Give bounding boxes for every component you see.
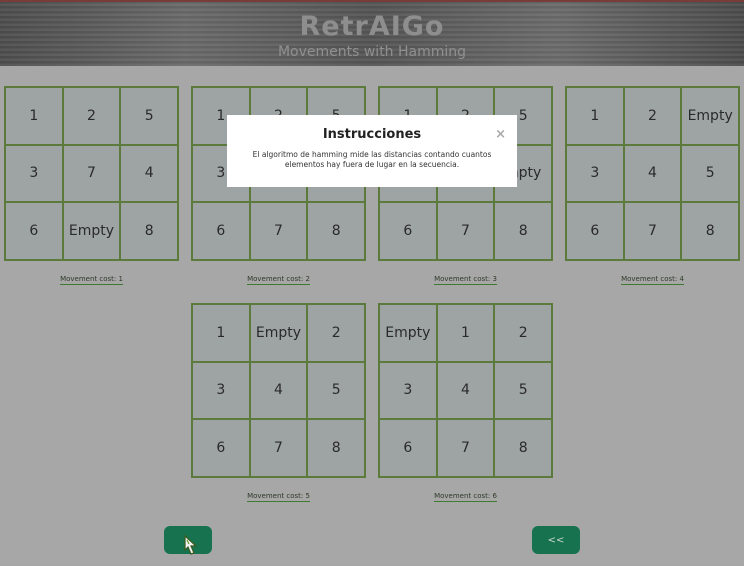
- modal-body: El algoritmo de hamming mide las distanc…: [252, 150, 492, 169]
- movement-cost-4: Movement cost: 4: [565, 275, 740, 285]
- puzzle-cell: 3: [5, 144, 63, 203]
- puzzle-cell: 5: [120, 87, 178, 145]
- puzzle-cell: 8: [307, 419, 365, 477]
- puzzle-cell: 4: [249, 361, 308, 420]
- puzzle-cell: 2: [494, 304, 552, 362]
- app-header: RetrAIGo Movements with Hamming: [0, 0, 744, 66]
- puzzle-cell: 6: [192, 202, 250, 260]
- puzzle-cell: 6: [566, 202, 624, 260]
- movement-cost-label: Movement cost: 6: [434, 492, 497, 502]
- puzzle-cell: 8: [681, 202, 739, 260]
- puzzle-cell: 7: [623, 202, 682, 260]
- puzzle-board-5: 1 Empty 2 3 4 5 6 7 8: [191, 303, 366, 478]
- movement-cost-3: Movement cost: 3: [378, 275, 553, 285]
- puzzle-cell: 7: [436, 419, 495, 477]
- puzzle-cell: 8: [494, 419, 552, 477]
- puzzle-cell: 2: [623, 87, 682, 145]
- puzzle-cell: 5: [494, 361, 552, 420]
- movement-cost-label: Movement cost: 1: [60, 275, 123, 285]
- movement-cost-label: Movement cost: 2: [247, 275, 310, 285]
- movement-cost-5: Movement cost: 5: [191, 492, 366, 502]
- puzzle-cell: 8: [307, 202, 365, 260]
- puzzle-cell: 7: [249, 419, 308, 477]
- hand-cursor-icon: [184, 534, 198, 555]
- puzzle-cell: 8: [120, 202, 178, 260]
- puzzle-cell: 7: [62, 144, 121, 203]
- puzzle-cell: 4: [436, 361, 495, 420]
- puzzle-cell: 6: [5, 202, 63, 260]
- puzzle-cell: 3: [566, 144, 624, 203]
- app-title: RetrAIGo: [299, 11, 445, 42]
- movement-cost-1: Movement cost: 1: [4, 275, 179, 285]
- modal-title: Instrucciones: [322, 127, 422, 142]
- puzzle-cell: 1: [5, 87, 63, 145]
- puzzle-cell: 1: [192, 304, 250, 362]
- puzzle-cell: 3: [379, 361, 437, 420]
- puzzle-cell: 6: [379, 419, 437, 477]
- instructions-modal: Instrucciones × El algoritmo de hamming …: [227, 115, 517, 187]
- movement-cost-label: Movement cost: 4: [621, 275, 684, 285]
- app-subtitle: Movements with Hamming: [277, 44, 467, 60]
- puzzle-cell: 6: [379, 202, 437, 260]
- puzzle-cell: 4: [120, 144, 178, 203]
- puzzle-cell: Empty: [379, 304, 437, 362]
- puzzle-board-6: Empty 1 2 3 4 5 6 7 8: [378, 303, 553, 478]
- puzzle-board-1: 1 2 5 3 7 4 6 Empty 8: [4, 86, 179, 261]
- puzzle-cell: 1: [436, 304, 495, 362]
- puzzle-cell: 2: [307, 304, 365, 362]
- puzzle-cell: 4: [623, 144, 682, 203]
- puzzle-board-4: 1 2 Empty 3 4 5 6 7 8: [565, 86, 740, 261]
- puzzle-cell: 1: [566, 87, 624, 145]
- puzzle-cell: 7: [436, 202, 495, 260]
- puzzle-cell: 8: [494, 202, 552, 260]
- close-icon[interactable]: ×: [495, 127, 506, 142]
- puzzle-cell: Empty: [249, 304, 308, 362]
- puzzle-cell: 6: [192, 419, 250, 477]
- back-button[interactable]: <<: [532, 526, 580, 554]
- puzzle-cell: 7: [249, 202, 308, 260]
- movement-cost-2: Movement cost: 2: [191, 275, 366, 285]
- movement-cost-label: Movement cost: 3: [434, 275, 497, 285]
- puzzle-cell: Empty: [62, 202, 121, 260]
- movement-cost-label: Movement cost: 5: [247, 492, 310, 502]
- puzzle-cell: 3: [192, 361, 250, 420]
- puzzle-cell: Empty: [681, 87, 739, 145]
- puzzle-cell: 2: [62, 87, 121, 145]
- movement-cost-6: Movement cost: 6: [378, 492, 553, 502]
- puzzle-cell: 5: [307, 361, 365, 420]
- puzzle-cell: 5: [681, 144, 739, 203]
